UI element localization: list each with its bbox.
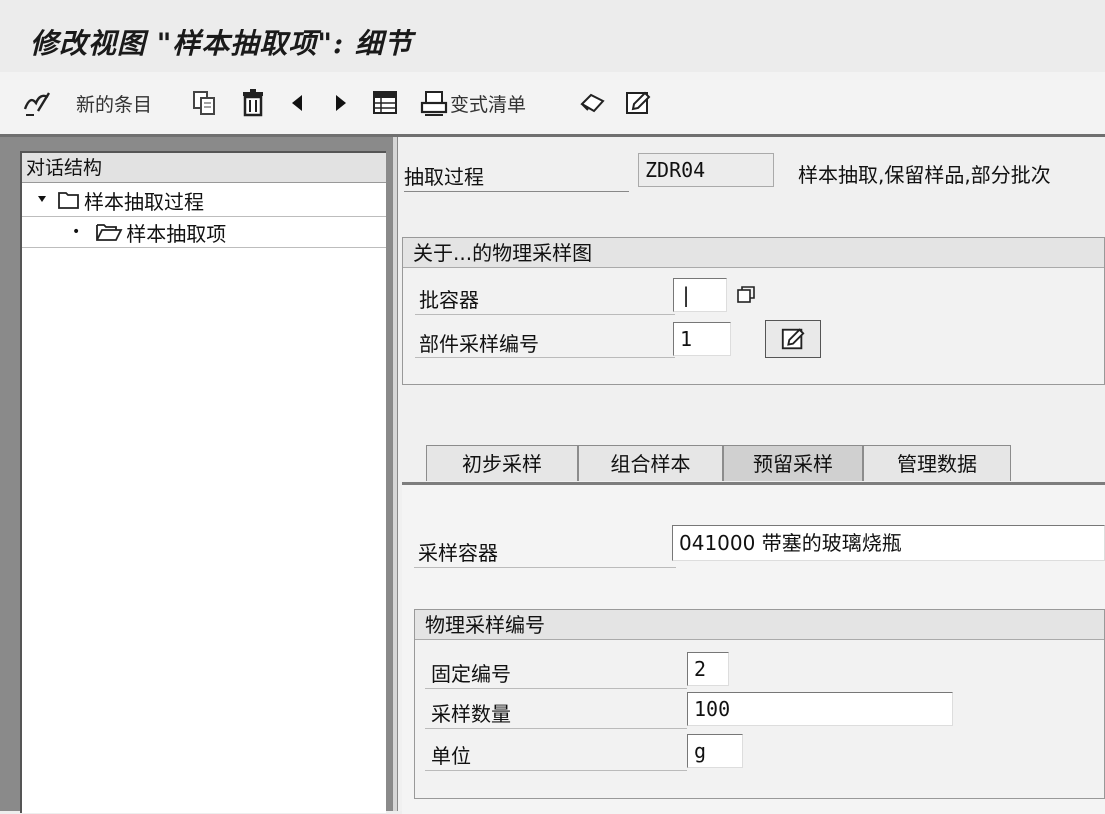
batch-container-help-button[interactable] — [735, 284, 757, 306]
table-grid-icon — [373, 91, 397, 114]
transport-button[interactable] — [578, 86, 608, 120]
tab-composite-sample[interactable]: 组合样本 — [578, 445, 723, 481]
unit-input[interactable]: g — [687, 734, 743, 768]
row-divider — [425, 728, 687, 729]
sample-quantity-label: 采样数量 — [431, 702, 511, 726]
pencil-edit-icon — [626, 91, 651, 114]
print-variant-label: 变式清单 — [450, 93, 527, 116]
batch-container-input[interactable]: | — [673, 278, 727, 312]
tree-item-label: 样本抽取项 — [126, 221, 227, 246]
fixed-number-label: 固定编号 — [431, 662, 511, 686]
previous-entry-button[interactable] — [288, 86, 306, 120]
trash-icon — [243, 89, 263, 117]
dialog-structure-tree: 对话结构 样本抽取过程 • 样本抽取项 — [20, 151, 386, 813]
page-title: 修改视图 "样本抽取项": 细节 — [30, 27, 414, 60]
triangle-left-icon — [292, 95, 302, 111]
procedure-field[interactable]: ZDR04 — [638, 153, 774, 187]
tab-strip: 初步采样 组合样本 预留采样 管理数据 — [398, 437, 1105, 482]
physical-sample-group-title: 关于...的物理采样图 — [403, 238, 1104, 268]
tree-item-label: 样本抽取过程 — [84, 189, 204, 214]
edit-button[interactable] — [624, 86, 652, 120]
batch-container-label: 批容器 — [419, 288, 479, 312]
row-divider — [414, 567, 676, 568]
printer-icon — [420, 91, 448, 116]
pencil-edit-icon — [781, 328, 805, 350]
copy-button[interactable] — [192, 86, 218, 120]
display-change-button[interactable] — [22, 86, 52, 120]
new-entry-button[interactable]: 新的条目 — [76, 86, 152, 120]
print-variant-button[interactable]: 变式清单 — [420, 86, 526, 120]
physical-sample-group: 关于...的物理采样图 批容器 | 部件采样编号 1 — [402, 237, 1105, 385]
new-entry-label: 新的条目 — [76, 93, 153, 116]
row-divider — [415, 314, 675, 315]
physical-sample-number-title: 物理采样编号 — [415, 610, 1104, 640]
physical-sample-number-group: 物理采样编号 固定编号 2 采样数量 100 单位 g — [414, 609, 1105, 799]
fixed-number-input[interactable]: 2 — [687, 652, 729, 686]
detail-panel: 抽取过程 ZDR04 样本抽取,保留样品,部分批次 关于...的物理采样图 批容… — [398, 137, 1105, 814]
triangle-right-icon — [336, 95, 346, 111]
tab-content-reserve-sample: 采样容器 041000 带塞的玻璃烧瓶 物理采样编号 固定编号 2 采样数量 1… — [402, 482, 1105, 814]
folder-icon — [58, 192, 79, 209]
bullet-icon: • — [72, 224, 81, 240]
next-entry-button[interactable] — [332, 86, 350, 120]
tree-item-sampling-procedure[interactable]: 样本抽取过程 — [22, 184, 386, 216]
tab-admin-data[interactable]: 管理数据 — [863, 445, 1011, 481]
dialog-structure-panel: 对话结构 样本抽取过程 • 样本抽取项 — [0, 137, 392, 813]
row-divider — [425, 688, 687, 689]
row-divider — [425, 770, 687, 771]
procedure-description: 样本抽取,保留样品,部分批次 — [798, 163, 1051, 187]
tab-reserve-sample[interactable]: 预留采样 — [723, 445, 863, 481]
tree-item-sampling-item[interactable]: • 样本抽取项 — [22, 216, 386, 248]
eraser-icon — [580, 93, 605, 113]
sample-container-label: 采样容器 — [418, 541, 498, 565]
copy-icon — [193, 91, 215, 115]
unit-label: 单位 — [431, 744, 471, 768]
sample-quantity-input[interactable]: 100 — [687, 692, 953, 726]
row-divider — [415, 357, 675, 358]
expand-arrow-icon[interactable] — [30, 190, 56, 210]
part-sample-no-input[interactable]: 1 — [673, 322, 731, 356]
title-bar: 修改视图 "样本抽取项": 细节 — [0, 0, 1105, 73]
open-folder-icon — [96, 224, 123, 241]
select-block-button[interactable] — [372, 86, 400, 120]
delete-button[interactable] — [240, 86, 266, 120]
part-sample-no-label: 部件采样编号 — [419, 332, 539, 356]
edit-part-sample-button[interactable] — [765, 320, 821, 358]
sample-container-input[interactable]: 041000 带塞的玻璃烧瓶 — [672, 525, 1105, 561]
tree-header: 对话结构 — [22, 153, 386, 183]
toolbar: 新的条目 变式清单 — [0, 72, 1105, 137]
procedure-label: 抽取过程 — [404, 161, 629, 192]
popup-window-icon — [737, 286, 755, 303]
tab-initial-sampling[interactable]: 初步采样 — [426, 445, 578, 481]
glasses-pencil-icon — [23, 92, 51, 116]
